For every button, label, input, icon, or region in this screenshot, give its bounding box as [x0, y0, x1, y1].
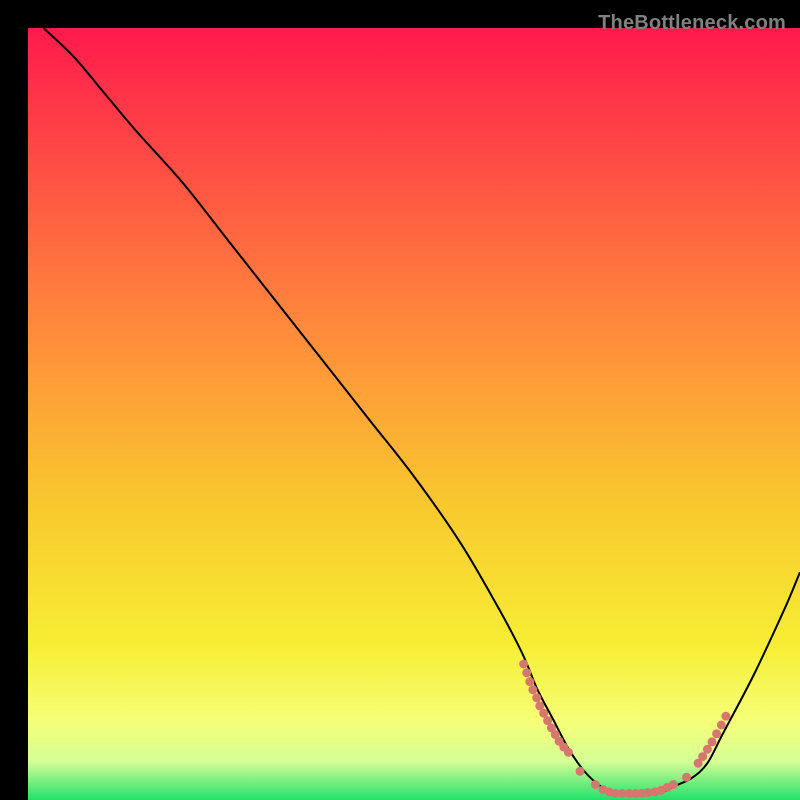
gradient-background	[28, 28, 800, 800]
bead	[532, 693, 541, 702]
bead	[717, 721, 726, 730]
bead	[522, 668, 531, 677]
bead	[591, 780, 600, 789]
bead	[721, 712, 730, 721]
bead	[682, 773, 691, 782]
plot-area	[28, 28, 800, 800]
bead	[712, 729, 721, 738]
bead	[519, 660, 528, 669]
bead	[708, 737, 717, 746]
bead	[576, 767, 585, 776]
chart-frame: TheBottleneck.com	[14, 14, 786, 786]
bead	[669, 780, 678, 789]
bead	[528, 685, 537, 694]
bead	[525, 677, 534, 686]
chart-svg	[28, 28, 800, 800]
bead	[564, 748, 573, 757]
watermark: TheBottleneck.com	[598, 12, 786, 35]
